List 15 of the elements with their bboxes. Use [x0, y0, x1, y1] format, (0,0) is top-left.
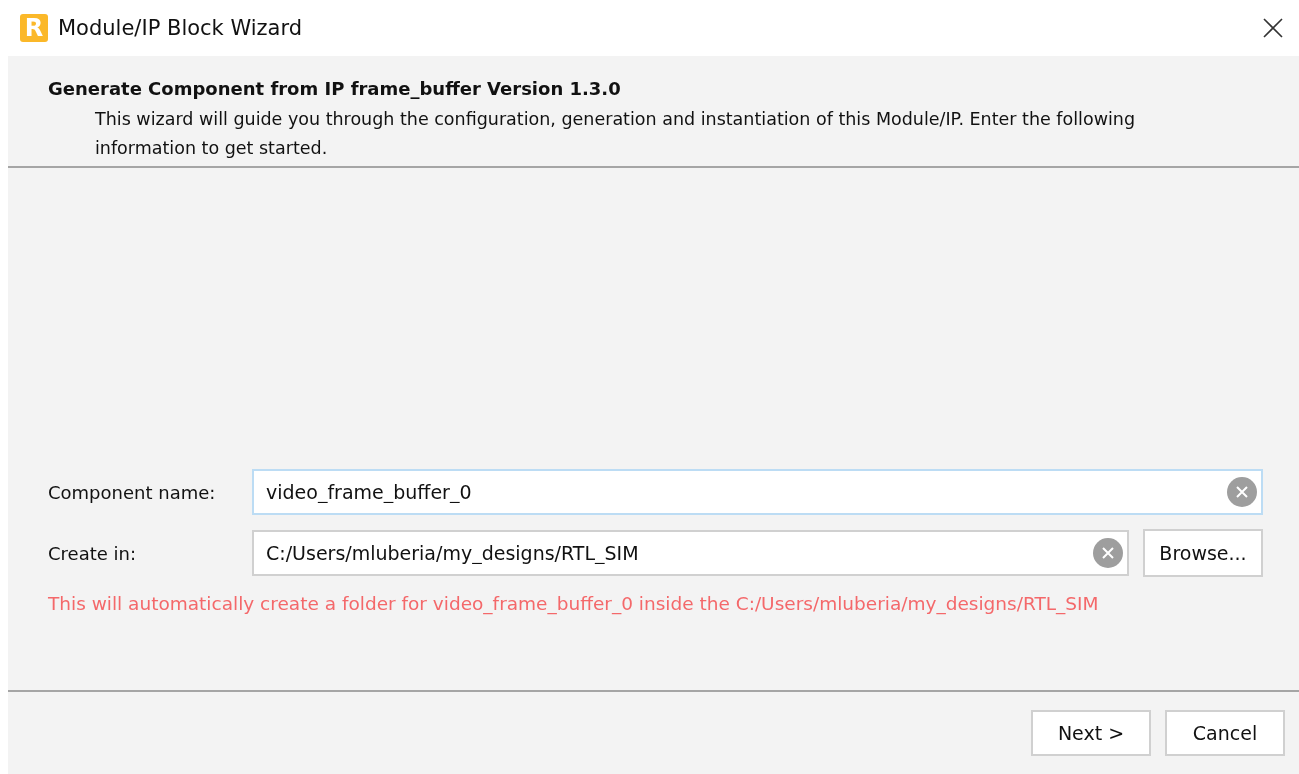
wizard-title: Generate Component from IP frame_buffer Version 1.3.0: [48, 78, 622, 99]
input-field[interactable]: C:/Users/mluberia/my_designs/RTL_SIM: [252, 530, 1129, 576]
clear-icon[interactable]: [1227, 477, 1257, 507]
browse-button[interactable]: Browse...: [1143, 529, 1263, 577]
field-label: Create in:: [48, 542, 137, 564]
clear-icon[interactable]: [1093, 538, 1123, 568]
close-icon[interactable]: [1263, 18, 1283, 38]
logo-icon: R: [20, 14, 48, 42]
wizard-description: This wizard will guide you through the configuration, generation and instantiation of this Module/IP. Enter the following information to get started.: [94, 108, 1137, 160]
cancel-button[interactable]: Cancel: [1165, 710, 1285, 756]
next-button[interactable]: Next >: [1031, 710, 1151, 756]
input-field[interactable]: video_frame_buffer_0: [252, 469, 1263, 515]
field-label: Component name:: [48, 481, 217, 503]
window-title: Module/IP Block Wizard: [58, 16, 304, 40]
info-message: This will automatically create a folder for video_frame_buffer_0 inside the C:/Users/mluberia/my_designs/RTL_SIM: [48, 593, 1100, 614]
